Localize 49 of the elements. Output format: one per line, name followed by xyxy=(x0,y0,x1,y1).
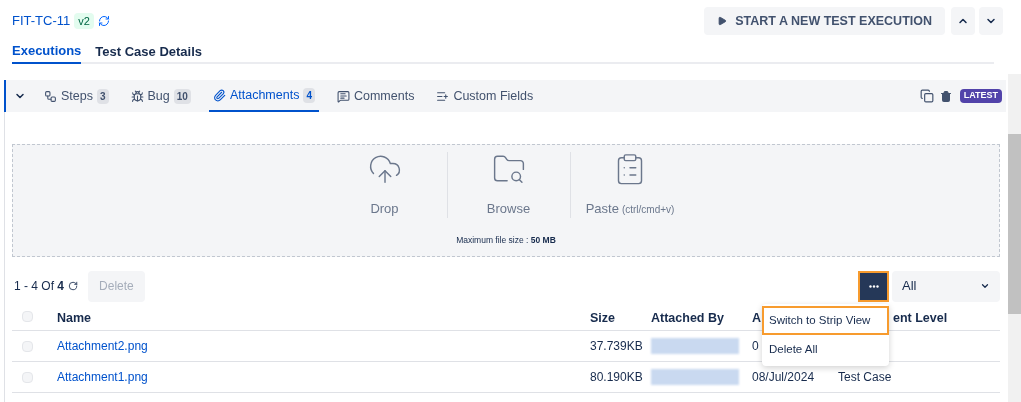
row-checkbox[interactable] xyxy=(22,340,33,352)
upload-option[interactable]: Paste (ctrl/cmd+v) xyxy=(569,152,690,218)
column-header: Attached By xyxy=(651,310,724,325)
select-all-checkbox[interactable] xyxy=(22,311,33,322)
menu-item[interactable]: Delete All xyxy=(762,335,889,364)
row-checkbox[interactable] xyxy=(22,371,33,383)
execution-tab[interactable]: Custom Fields xyxy=(432,80,538,112)
bug-icon xyxy=(130,89,144,103)
column-header: Name xyxy=(57,310,92,325)
column-header: Size xyxy=(590,310,615,325)
execution-tab[interactable]: Attachments 4 xyxy=(208,80,319,112)
filter-select[interactable]: All xyxy=(892,270,1000,302)
tab[interactable]: Executions xyxy=(12,40,82,64)
flow-icon xyxy=(44,89,57,103)
test-case-key: FIT-TC-11 xyxy=(12,11,71,31)
execution-tab[interactable]: Comments xyxy=(332,80,419,112)
more-button[interactable] xyxy=(858,270,889,302)
attached-date: 08/Jul/2024 xyxy=(752,370,815,384)
tab[interactable]: Test Case Details xyxy=(95,40,203,64)
attached-date: 0 xyxy=(752,339,759,353)
refresh-icon[interactable] xyxy=(68,281,79,291)
upload-area[interactable]: Drop Browse Paste (ctrl/cmd+v) Maximum file size : 50 MB xyxy=(12,144,1000,257)
attachment-link[interactable]: Attachment2.png xyxy=(57,339,148,353)
delete-icon[interactable] xyxy=(939,89,952,103)
menu-item[interactable]: Switch to Strip View xyxy=(762,306,889,335)
start-execution-button[interactable]: START A NEW TEST EXECUTION xyxy=(704,7,945,35)
scrollbar-thumb[interactable] xyxy=(1008,134,1021,314)
chevron-down-icon xyxy=(980,281,990,291)
column-header: A xyxy=(752,310,762,325)
attachment-link[interactable]: Attachment1.png xyxy=(57,370,148,384)
file-size: 37.739KB xyxy=(590,339,643,353)
execution-tab[interactable]: Steps 3 xyxy=(40,80,113,112)
upload-option[interactable]: Browse xyxy=(446,152,570,218)
upload-option[interactable]: Drop xyxy=(322,152,447,218)
record-count: 1 - 4 Of 4 xyxy=(14,278,65,295)
attachment-level: Test Case xyxy=(838,370,892,384)
max-file-size: Maximum file size : 50 MB xyxy=(456,234,556,247)
play-icon xyxy=(717,16,728,26)
copy-icon[interactable] xyxy=(919,89,934,103)
version-badge: v2 xyxy=(74,12,94,30)
column-header: ent Level xyxy=(893,310,948,325)
list-plus-icon xyxy=(436,89,450,103)
execution-tab[interactable]: Bug 10 xyxy=(126,80,195,112)
refresh-icon[interactable] xyxy=(97,15,110,27)
comment-icon xyxy=(336,89,350,103)
latest-badge: LATEST xyxy=(959,89,1002,103)
ellipsis-icon xyxy=(868,284,879,288)
paperclip-icon xyxy=(212,88,226,102)
file-size: 80.190KB xyxy=(590,370,643,384)
